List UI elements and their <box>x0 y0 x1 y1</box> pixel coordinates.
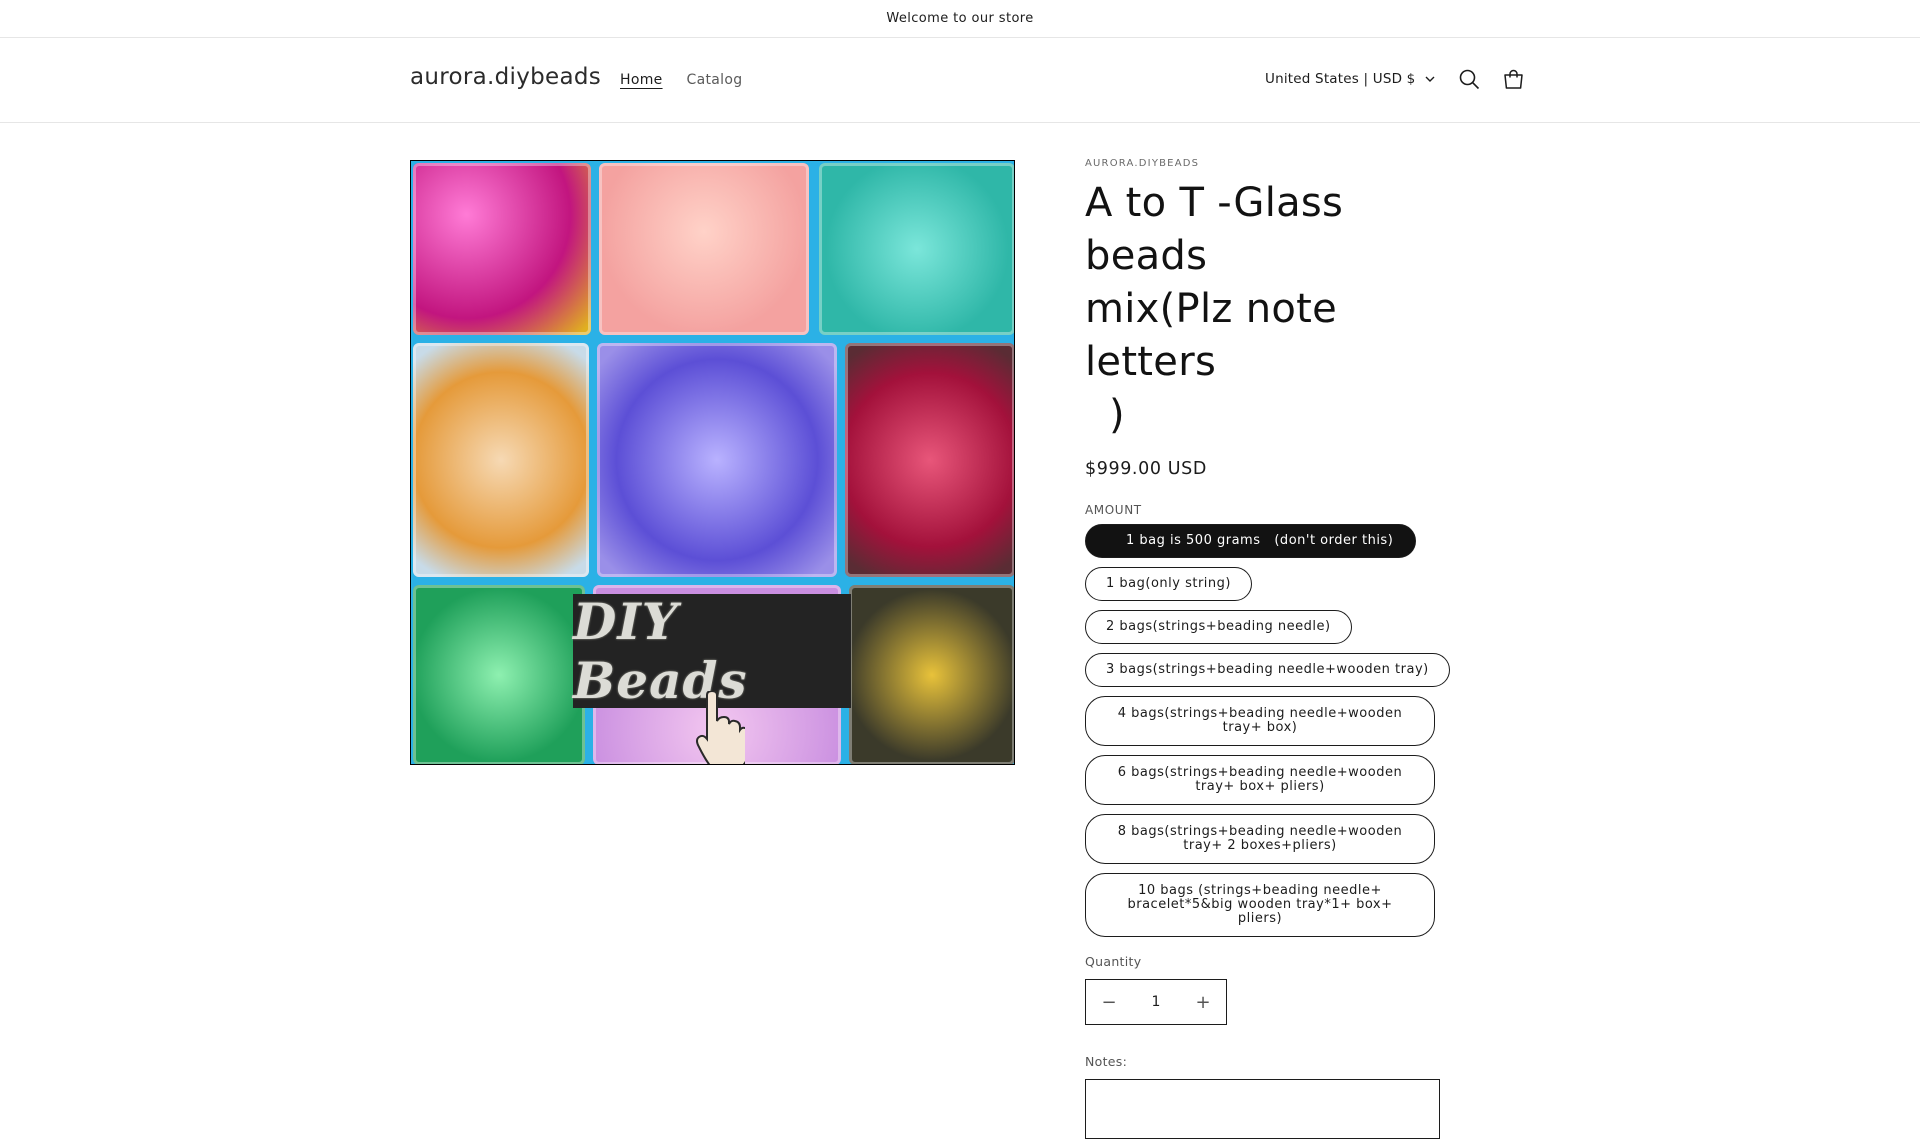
product-info: AURORA.DIYBEADS A to T -Glass beads mix(… <box>1085 158 1450 1139</box>
product-price: $999.00 USD <box>1085 459 1207 479</box>
nav-catalog-link[interactable]: Catalog <box>687 72 743 88</box>
search-icon <box>1459 69 1480 89</box>
site-header: aurora.diybeads Home Catalog United Stat… <box>0 38 1920 123</box>
product-vendor: AURORA.DIYBEADS <box>1085 158 1200 169</box>
variant-pill[interactable]: 3 bags(strings+beading needle+wooden tra… <box>1085 653 1450 687</box>
amount-variant-list: 1 bag is 500 grams (don't order this) 1 … <box>1085 524 1450 937</box>
bead-tray <box>845 343 1014 577</box>
quantity-increase-button[interactable]: + <box>1180 980 1226 1024</box>
variant-pill[interactable]: 4 bags(strings+beading needle+wooden tra… <box>1085 696 1435 746</box>
variant-pill[interactable]: 10 bags (strings+beading needle+ bracele… <box>1085 873 1435 937</box>
bead-tray <box>413 343 589 577</box>
cart-icon <box>1504 69 1523 89</box>
variant-pill[interactable]: 1 bag is 500 grams (don't order this) <box>1085 524 1417 558</box>
chevron-down-icon <box>1425 76 1435 82</box>
bead-tray <box>413 163 591 335</box>
currency-label: United States | USD $ <box>1265 71 1416 87</box>
nav-home-link[interactable]: Home <box>620 72 663 88</box>
product-title-line: ) <box>1109 392 1125 438</box>
bead-tray <box>599 163 809 335</box>
store-logo[interactable]: aurora.diybeads <box>410 64 601 90</box>
currency-selector[interactable]: United States | USD $ <box>1265 71 1435 87</box>
bead-tray <box>819 163 1014 335</box>
product-title-line: A to T -Glass beads <box>1085 180 1344 279</box>
main-nav: Home Catalog <box>620 72 742 88</box>
product-image[interactable]: DIY Beads <box>410 160 1015 765</box>
variant-pill[interactable]: 6 bags(strings+beading needle+wooden tra… <box>1085 755 1435 805</box>
amount-option-label: AMOUNT <box>1085 503 1142 517</box>
quantity-input[interactable]: 1 <box>1132 994 1180 1010</box>
notes-field[interactable] <box>1085 1079 1440 1139</box>
variant-pill[interactable]: 1 bag(only string) <box>1085 567 1252 601</box>
bead-tray <box>597 343 837 577</box>
bead-tray <box>413 585 585 764</box>
variant-pill[interactable]: 2 bags(strings+beading needle) <box>1085 610 1352 644</box>
announcement-bar: Welcome to our store <box>0 0 1920 38</box>
search-button[interactable] <box>1447 57 1491 101</box>
notes-label: Notes: <box>1085 1054 1128 1069</box>
quantity-label: Quantity <box>1085 954 1142 969</box>
announcement-text: Welcome to our store <box>886 11 1034 26</box>
variant-pill[interactable]: 8 bags(strings+beading needle+wooden tra… <box>1085 814 1435 864</box>
cart-button[interactable] <box>1491 57 1535 101</box>
product-title: A to T -Glass beads mix(Plz note letters… <box>1085 177 1445 442</box>
pointer-hand-icon <box>696 691 745 764</box>
quantity-stepper: − 1 + <box>1085 979 1227 1025</box>
quantity-decrease-button[interactable]: − <box>1086 980 1132 1024</box>
product-title-line: mix(Plz note letters <box>1085 286 1338 385</box>
header-actions: United States | USD $ <box>1265 62 1535 96</box>
bead-tray <box>849 585 1014 764</box>
